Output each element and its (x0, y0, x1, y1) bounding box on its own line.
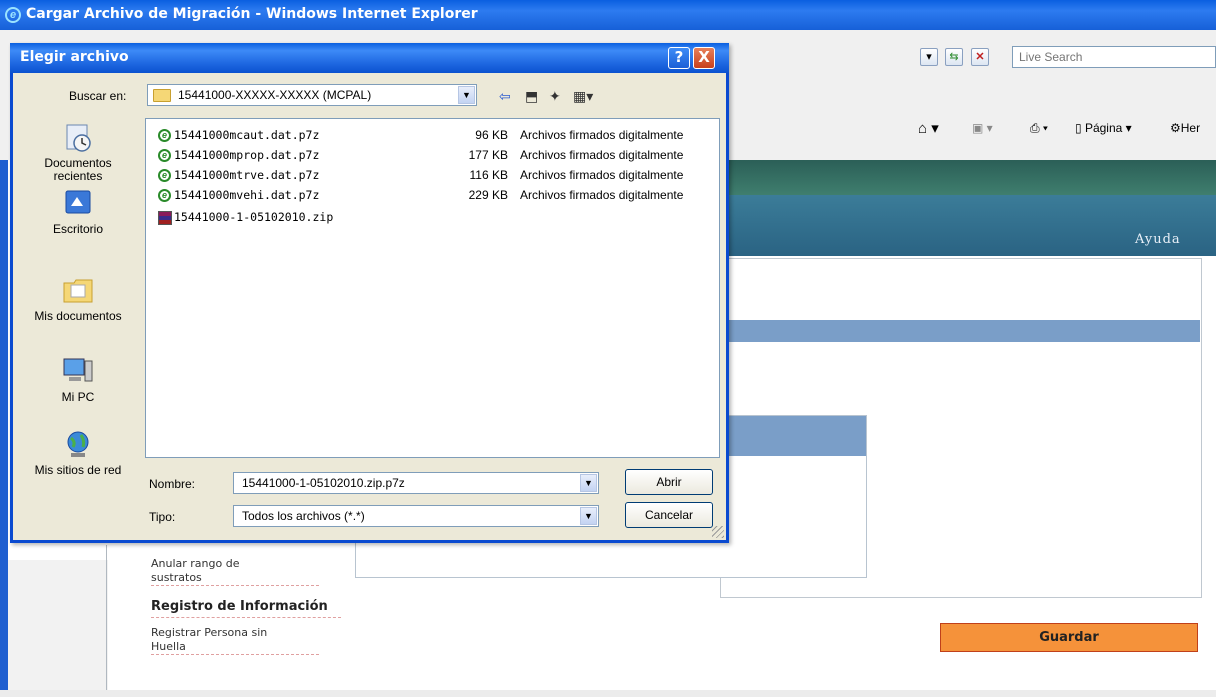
signed-file-icon: e (158, 169, 171, 182)
view-menu-icon[interactable]: ▦▾ (573, 88, 593, 105)
dialog-title: Elegir archivo (20, 49, 129, 65)
lookin-label: Buscar en: (69, 89, 127, 103)
file-size: 177 KB (468, 148, 508, 162)
guardar-button[interactable]: Guardar (940, 623, 1198, 652)
new-folder-icon[interactable]: ✦ (549, 88, 561, 105)
chevron-down-icon[interactable]: ▼ (458, 86, 475, 104)
file-type: Archivos firmados digitalmente (520, 148, 684, 162)
page-menu-label: Página (1084, 121, 1123, 135)
place-label: Documentos recientes (44, 156, 112, 183)
file-row[interactable]: e 15441000mvehi.dat.p7z 229 KB Archivos … (158, 187, 718, 205)
cancelar-button[interactable]: Cancelar (625, 502, 713, 528)
place-network[interactable]: Mis sitios de red (13, 429, 143, 477)
file-size: 96 KB (475, 128, 508, 142)
menu-section-registro: Registro de Información (151, 599, 341, 618)
menu-link-line: Anular rango de (151, 557, 240, 570)
refresh-icon[interactable]: ⇆ (945, 48, 963, 66)
menu-link-line: Huella (151, 640, 186, 653)
file-size: 116 KB (469, 168, 508, 182)
chevron-down-icon[interactable]: ▼ (580, 474, 597, 492)
places-bar: Documentos recientes Escritorio Mis docu… (13, 113, 143, 493)
file-name: 15441000-1-05102010.zip (174, 210, 334, 224)
file-name: 15441000mcaut.dat.p7z (174, 128, 320, 142)
menu-link-anular-rango[interactable]: Anular rango de sustratos (151, 557, 319, 586)
file-dialog: Elegir archivo ? X Buscar en: 15441000-X… (10, 43, 729, 543)
address-dropdown-icon[interactable]: ▾ (920, 48, 938, 66)
file-name: 15441000mvehi.dat.p7z (174, 188, 320, 202)
back-icon[interactable]: ⇦ (499, 88, 511, 105)
place-my-computer[interactable]: Mi PC (13, 356, 143, 404)
file-name: 15441000mtrve.dat.p7z (174, 168, 320, 182)
tools-menu[interactable]: ⚙Her (1170, 121, 1200, 135)
place-recent-documents[interactable]: Documentos recientes (13, 123, 143, 183)
file-row[interactable]: e 15441000mprop.dat.p7z 177 KB Archivos … (158, 147, 718, 165)
close-icon: X (698, 48, 710, 66)
help-link[interactable]: Ayuda (1135, 232, 1181, 247)
file-name: 15441000mprop.dat.p7z (174, 148, 320, 162)
feeds-icon[interactable]: ▣ ▾ (972, 121, 993, 135)
menu-link-line: Registrar Persona sin (151, 626, 268, 639)
signed-file-icon: e (158, 189, 171, 202)
file-type: Archivos firmados digitalmente (520, 188, 684, 202)
resize-grip[interactable] (712, 526, 724, 538)
my-computer-icon (63, 358, 93, 382)
place-label: Mi PC (61, 390, 95, 404)
file-list[interactable]: e 15441000mcaut.dat.p7z 96 KB Archivos f… (145, 118, 720, 458)
nombre-label: Nombre: (149, 477, 196, 491)
my-documents-icon (63, 279, 93, 303)
nombre-input[interactable]: 15441000-1-05102010.zip.p7z ▼ (233, 472, 599, 494)
section-header-strip (720, 320, 1200, 342)
left-menu: Anular rango de sustratos Registro de In… (106, 545, 341, 697)
desktop-icon (65, 190, 91, 214)
file-type: Archivos firmados digitalmente (520, 168, 684, 182)
live-search-input[interactable] (1012, 46, 1216, 68)
ie-status-bar (0, 690, 1216, 697)
file-row[interactable]: 15441000-1-05102010.zip (158, 209, 718, 227)
place-label: Mis sitios de red (34, 463, 122, 477)
file-row[interactable]: e 15441000mcaut.dat.p7z 96 KB Archivos f… (158, 127, 718, 145)
page-menu[interactable]: ▯ Página ▾ (1075, 121, 1132, 135)
help-icon: ? (674, 48, 684, 66)
network-places-icon (67, 431, 89, 457)
tools-menu-label: Her (1180, 121, 1201, 135)
file-row[interactable]: e 15441000mtrve.dat.p7z 116 KB Archivos … (158, 167, 718, 185)
gear-icon: ⚙ (1170, 121, 1181, 135)
menu-link-registrar-persona[interactable]: Registrar Persona sin Huella (151, 626, 319, 655)
nombre-value: 15441000-1-05102010.zip.p7z (242, 476, 405, 490)
lookin-dropdown[interactable]: 15441000-XXXXX-XXXXX (MCPAL) ▼ (147, 84, 477, 106)
place-label: Mis documentos (34, 309, 122, 323)
recent-documents-icon (66, 124, 91, 152)
tipo-value: Todos los archivos (*.*) (242, 509, 365, 523)
signed-file-icon: e (158, 129, 171, 142)
stop-icon[interactable]: ✕ (971, 48, 989, 66)
file-type: Archivos firmados digitalmente (520, 128, 684, 142)
zip-archive-icon (158, 211, 172, 225)
place-desktop[interactable]: Escritorio (13, 188, 143, 236)
folder-icon (153, 89, 171, 102)
home-icon[interactable]: ⌂ ▾ (918, 119, 939, 137)
page-icon: ▯ (1075, 121, 1082, 135)
place-label: Escritorio (52, 222, 103, 236)
ie-window-title: Cargar Archivo de Migración - Windows In… (26, 6, 478, 22)
print-icon[interactable]: ⎙ ▾ (1030, 121, 1048, 136)
dialog-titlebar[interactable]: Elegir archivo ? X (10, 43, 729, 73)
tipo-select[interactable]: Todos los archivos (*.*) ▼ (233, 505, 599, 527)
close-button[interactable]: X (693, 47, 715, 69)
place-my-documents[interactable]: Mis documentos (13, 275, 143, 323)
signed-file-icon: e (158, 149, 171, 162)
lookin-value: 15441000-XXXXX-XXXXX (MCPAL) (178, 88, 372, 102)
abrir-button[interactable]: Abrir (625, 469, 713, 495)
ie-titlebar: e Cargar Archivo de Migración - Windows … (0, 0, 1216, 30)
page-left-margin (8, 560, 108, 697)
chevron-down-icon[interactable]: ▼ (580, 507, 597, 525)
up-folder-icon[interactable]: ⬒ (525, 88, 538, 105)
menu-link-line: sustratos (151, 571, 202, 584)
help-button[interactable]: ? (668, 47, 690, 69)
tipo-label: Tipo: (149, 510, 176, 524)
file-size: 229 KB (468, 188, 508, 202)
internet-explorer-icon: e (5, 7, 21, 23)
